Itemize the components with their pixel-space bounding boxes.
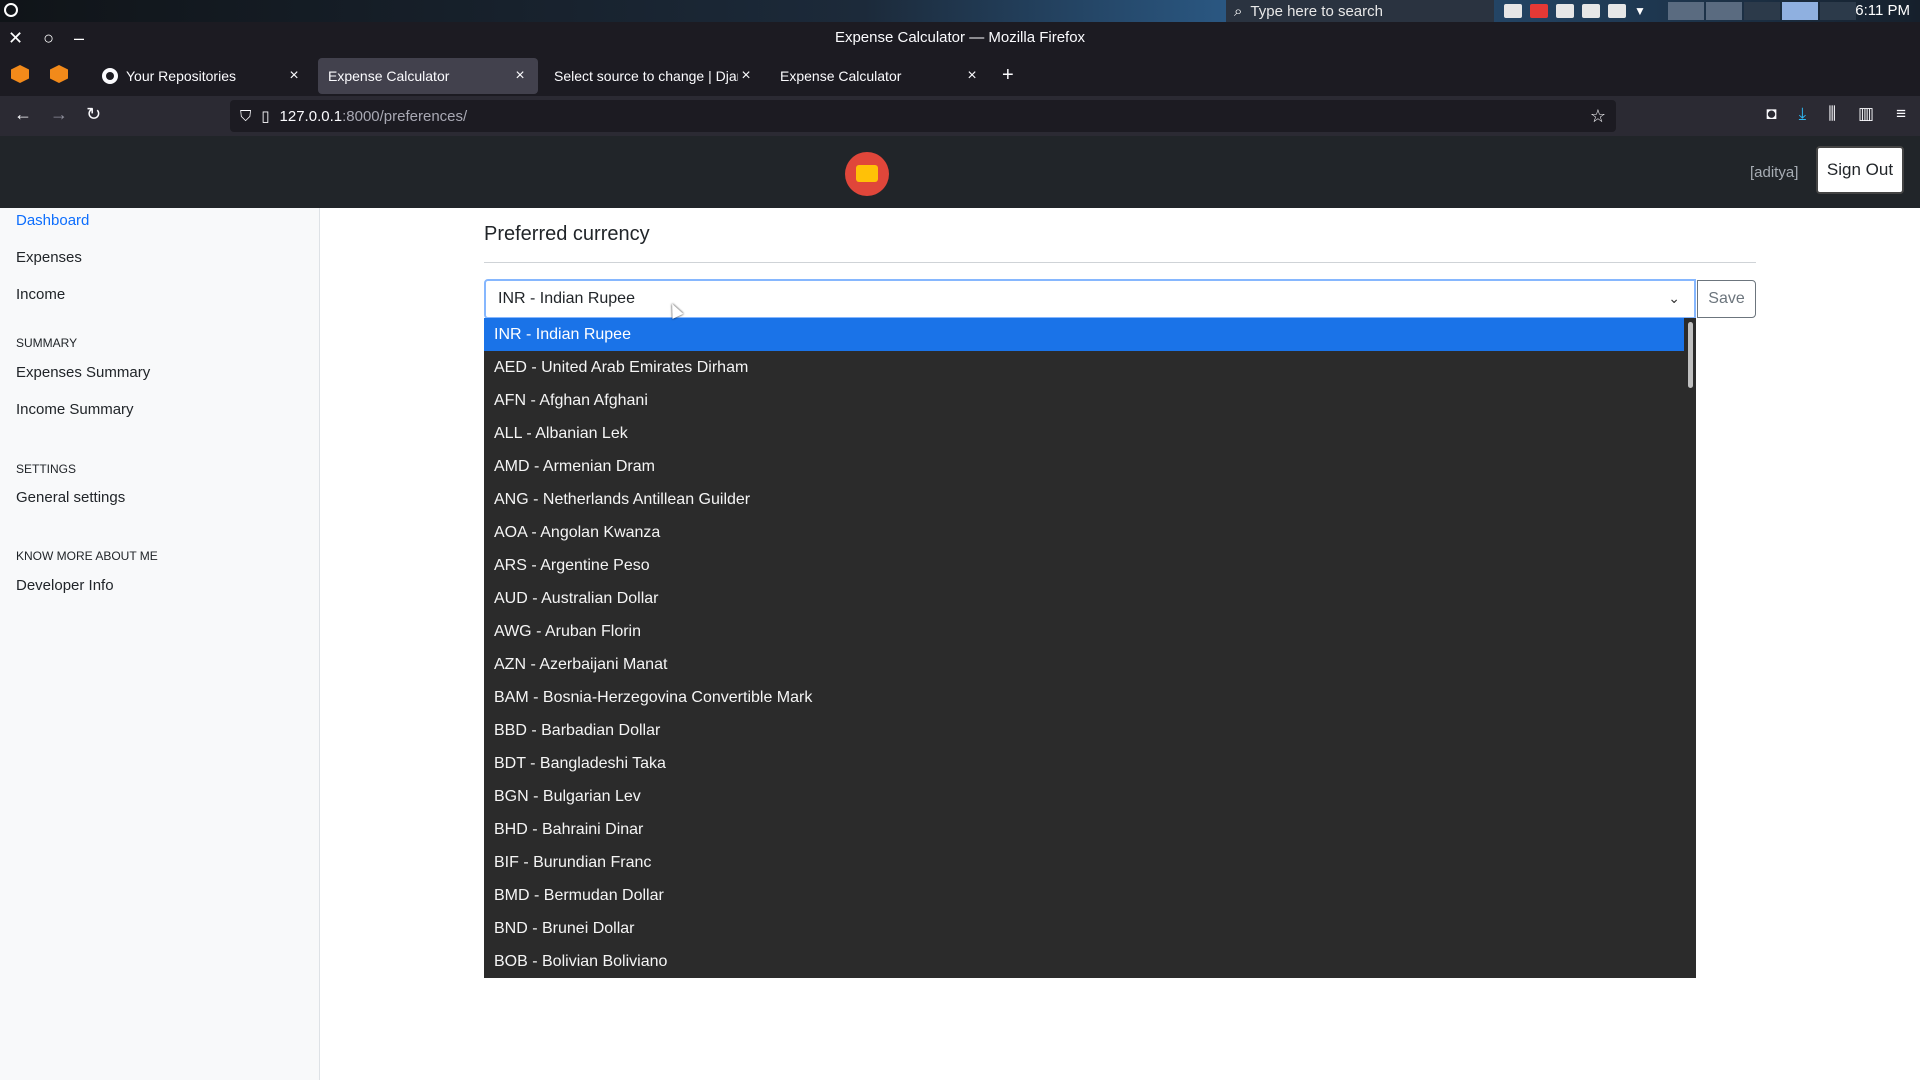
- tab-close-icon[interactable]: ×: [738, 67, 754, 85]
- bookmark-star-icon[interactable]: ☆: [1590, 106, 1606, 127]
- pocket-icon[interactable]: ◘: [1766, 104, 1776, 124]
- os-search-box[interactable]: ⌕ Type here to search: [1226, 0, 1494, 22]
- sidebar-heading-summary: SUMMARY: [16, 336, 78, 350]
- tab-expense-calculator[interactable]: Expense Calculator ×: [770, 58, 990, 94]
- github-icon: [102, 68, 118, 84]
- os-clock: 6:11 PM: [1855, 2, 1910, 19]
- sidebar-item-developer-info[interactable]: Developer Info: [16, 577, 114, 594]
- currency-option[interactable]: BHD - Bahraini Dinar: [484, 813, 1696, 846]
- app-header: [aditya] Sign Out: [0, 136, 1920, 208]
- os-top-panel: ⌕ Type here to search ▼ 6:11 PM: [0, 0, 1920, 22]
- system-tray: ▼: [1504, 0, 1646, 22]
- sidebar-item-income[interactable]: Income: [16, 286, 65, 303]
- currency-option[interactable]: BGN - Bulgarian Lev: [484, 780, 1696, 813]
- currency-select[interactable]: INR - Indian Rupee ⌄: [484, 279, 1696, 319]
- sign-out-button[interactable]: Sign Out: [1816, 146, 1904, 194]
- currency-option[interactable]: BDT - Bangladeshi Taka: [484, 747, 1696, 780]
- download-icon[interactable]: ⤓: [1799, 104, 1807, 124]
- reload-icon[interactable]: ↻: [86, 104, 101, 125]
- workspace-switcher: [1668, 2, 1856, 20]
- tab-close-icon[interactable]: ×: [286, 67, 302, 85]
- sidebar-item-expenses[interactable]: Expenses: [16, 249, 82, 266]
- clipboard-icon[interactable]: [1556, 4, 1574, 18]
- sidebar-item-expenses-summary[interactable]: Expenses Summary: [16, 364, 150, 381]
- window-titlebar: ✕ ○ – Expense Calculator — Mozilla Firef…: [0, 22, 1920, 54]
- tab-close-icon[interactable]: ×: [512, 67, 528, 85]
- currency-option[interactable]: BND - Brunei Dollar: [484, 912, 1696, 945]
- currency-option[interactable]: AMD - Armenian Dram: [484, 450, 1696, 483]
- pinned-tab-icon[interactable]: [50, 65, 68, 83]
- tab-close-icon[interactable]: ×: [964, 67, 980, 85]
- currency-option[interactable]: ANG - Netherlands Antillean Guilder: [484, 483, 1696, 516]
- wifi-icon[interactable]: [1608, 4, 1626, 18]
- currency-option[interactable]: BOB - Bolivian Boliviano: [484, 945, 1696, 978]
- currency-option[interactable]: AOA - Angolan Kwanza: [484, 516, 1696, 549]
- workspace-1[interactable]: [1668, 2, 1704, 20]
- tab-label: Expense Calculator: [780, 68, 902, 84]
- url-bar[interactable]: ⛉ ▯ 127.0.0.1:8000/preferences/ ☆: [230, 100, 1616, 132]
- tab-label: Your Repositories: [126, 68, 236, 84]
- url-path: :8000/preferences/: [342, 107, 468, 125]
- new-tab-button[interactable]: +: [1002, 64, 1014, 87]
- title-divider: [484, 262, 1756, 263]
- navigation-toolbar: ← → ↻ ⛉ ▯ 127.0.0.1:8000/preferences/ ☆ …: [0, 96, 1920, 136]
- sidebar: Dashboard Expenses Income SUMMARY Expens…: [0, 208, 320, 1080]
- username-label: [aditya]: [1750, 164, 1799, 181]
- pinned-tab-icon[interactable]: [11, 65, 29, 83]
- currency-option[interactable]: BAM - Bosnia-Herzegovina Convertible Mar…: [484, 681, 1696, 714]
- currency-option[interactable]: BIF - Burundian Franc: [484, 846, 1696, 879]
- wallet-logo-icon[interactable]: [845, 152, 889, 196]
- sidebar-item-general-settings[interactable]: General settings: [16, 489, 125, 506]
- workspace-4[interactable]: [1782, 2, 1818, 20]
- search-icon: ⌕: [1234, 2, 1243, 20]
- currency-dropdown-list[interactable]: INR - Indian Rupee AED - United Arab Emir…: [484, 318, 1696, 978]
- task-view-icon[interactable]: [1504, 4, 1522, 18]
- currency-option[interactable]: AUD - Australian Dollar: [484, 582, 1696, 615]
- tab-label: Select source to change | Django: [554, 68, 738, 84]
- currency-option[interactable]: AFN - Afghan Afghani: [484, 384, 1696, 417]
- currency-option[interactable]: ALL - Albanian Lek: [484, 417, 1696, 450]
- window-title: Expense Calculator — Mozilla Firefox: [834, 29, 1086, 46]
- page-icon[interactable]: ▯: [261, 107, 269, 125]
- tab-django-admin[interactable]: Select source to change | Django ×: [544, 58, 764, 94]
- shield-icon[interactable]: ⛉: [240, 108, 251, 125]
- currency-option-selected[interactable]: INR - Indian Rupee: [484, 318, 1684, 351]
- forward-icon[interactable]: →: [50, 104, 68, 125]
- currency-option[interactable]: AZN - Azerbaijani Manat: [484, 648, 1696, 681]
- url-host: 127.0.0.1: [279, 107, 343, 125]
- sidebar-item-dashboard[interactable]: Dashboard: [16, 212, 89, 229]
- sidebar-item-income-summary[interactable]: Income Summary: [16, 401, 134, 418]
- library-icon[interactable]: ⫼: [1828, 104, 1836, 124]
- currency-option[interactable]: BMD - Bermudan Dollar: [484, 879, 1696, 912]
- os-search-placeholder: Type here to search: [1250, 2, 1383, 20]
- workspace-2[interactable]: [1706, 2, 1742, 20]
- menu-icon[interactable]: ≡: [1896, 104, 1906, 124]
- sidebar-heading-settings: SETTINGS: [16, 462, 77, 476]
- tab-expense-calculator-active[interactable]: Expense Calculator ×: [318, 58, 538, 94]
- save-button[interactable]: Save: [1697, 280, 1756, 318]
- tab-strip: Your Repositories × Expense Calculator ×…: [0, 54, 1920, 96]
- chevron-down-icon: ⌄: [1668, 290, 1680, 306]
- workspace-5[interactable]: [1820, 2, 1856, 20]
- workspace-3[interactable]: [1744, 2, 1780, 20]
- sidebar-icon[interactable]: ▥: [1858, 104, 1874, 124]
- sidebar-heading-know-more: KNOW MORE ABOUT ME: [16, 549, 158, 563]
- notification-icon[interactable]: [1530, 4, 1548, 18]
- currency-select-value: INR - Indian Rupee: [498, 290, 635, 307]
- back-icon[interactable]: ←: [14, 104, 32, 125]
- currency-option[interactable]: BBD - Barbadian Dollar: [484, 714, 1696, 747]
- currency-option[interactable]: AWG - Aruban Florin: [484, 615, 1696, 648]
- tab-label: Expense Calculator: [328, 68, 450, 84]
- os-menu-icon[interactable]: [4, 3, 18, 17]
- currency-option[interactable]: AED - United Arab Emirates Dirham: [484, 351, 1696, 384]
- tab-your-repositories[interactable]: Your Repositories ×: [92, 58, 312, 94]
- page-title: Preferred currency: [484, 223, 650, 245]
- dropdown-scrollbar[interactable]: [1688, 322, 1693, 388]
- currency-option[interactable]: ARS - Argentine Peso: [484, 549, 1696, 582]
- tray-expand-icon[interactable]: ▼: [1634, 4, 1646, 18]
- volume-icon[interactable]: [1582, 4, 1600, 18]
